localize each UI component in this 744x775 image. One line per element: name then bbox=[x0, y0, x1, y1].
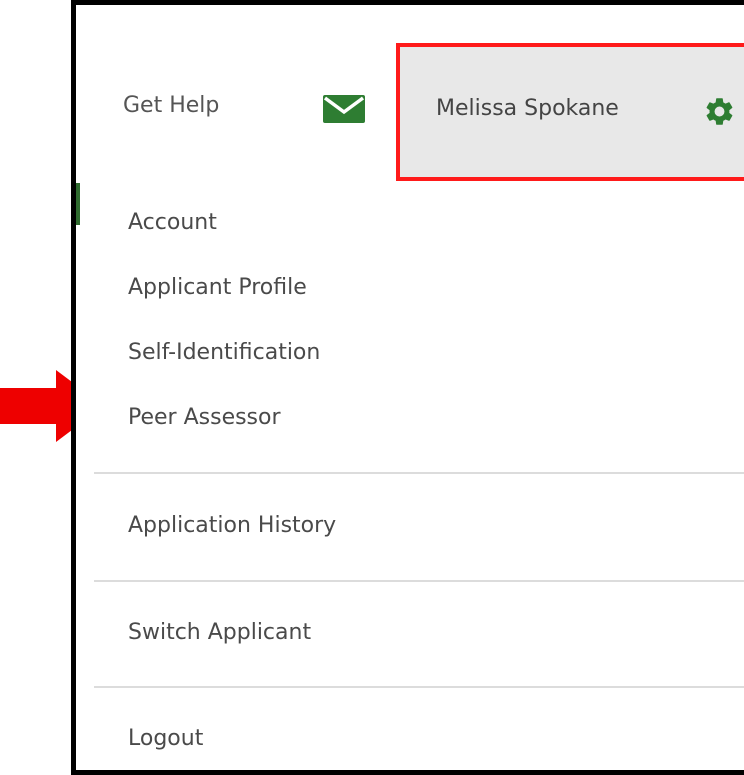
menu-item-applicant-profile[interactable]: Applicant Profile bbox=[128, 275, 307, 300]
menu-item-switch-applicant[interactable]: Switch Applicant bbox=[128, 620, 311, 645]
user-menu-button[interactable]: Melissa Spokane bbox=[396, 43, 744, 181]
menu-divider bbox=[94, 472, 744, 474]
user-name: Melissa Spokane bbox=[436, 96, 619, 121]
menu-item-self-identification[interactable]: Self-Identification bbox=[128, 340, 320, 365]
envelope-icon[interactable] bbox=[323, 95, 365, 123]
top-navigation-bar: Get Help Melissa Spokane bbox=[76, 5, 744, 181]
menu-item-peer-assessor[interactable]: Peer Assessor bbox=[128, 405, 281, 430]
active-indicator bbox=[76, 183, 80, 225]
account-dropdown-panel: Get Help Melissa Spokane Account Applica bbox=[71, 0, 744, 775]
menu-divider bbox=[94, 686, 744, 688]
menu-divider bbox=[94, 580, 744, 582]
screenshot-stage: Get Help Melissa Spokane Account Applica bbox=[0, 0, 744, 775]
menu-item-account[interactable]: Account bbox=[128, 210, 217, 235]
gear-icon bbox=[703, 95, 736, 128]
menu-item-application-history[interactable]: Application History bbox=[128, 513, 336, 538]
menu-item-logout[interactable]: Logout bbox=[128, 726, 203, 751]
get-help-link[interactable]: Get Help bbox=[123, 93, 219, 118]
